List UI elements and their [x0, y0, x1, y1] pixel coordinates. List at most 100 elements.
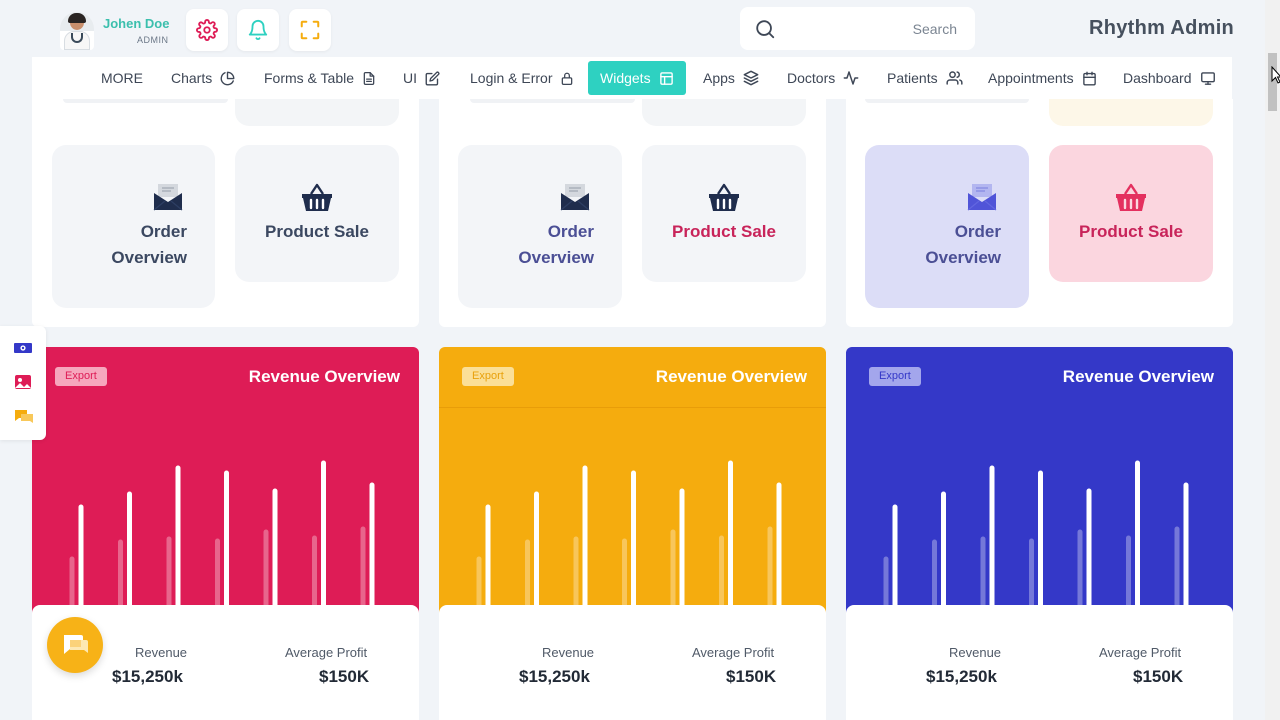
- nav-item-forms-table[interactable]: Forms & Table: [258, 61, 382, 95]
- gear-icon: [196, 19, 218, 41]
- fullscreen-button[interactable]: [289, 9, 331, 51]
- basket-icon: [1116, 183, 1146, 211]
- product-sale-label: Product Sale: [1079, 222, 1183, 241]
- nav-item-label: UI: [403, 70, 417, 86]
- revenue-stats: Revenue $15,250k Average Profit $150K: [439, 605, 826, 720]
- revenue-label: Revenue: [542, 645, 595, 660]
- notifications-button[interactable]: [237, 9, 279, 51]
- tile-fragment: [865, 99, 1029, 103]
- order-overview-tile[interactable]: Order Overview: [458, 145, 622, 308]
- revenue-bar-chart: [476, 460, 782, 607]
- nav-item-charts[interactable]: Charts: [165, 61, 241, 95]
- average-profit-label: Average Profit: [285, 645, 368, 660]
- page-scrollbar[interactable]: [1265, 0, 1280, 720]
- export-button[interactable]: Export: [869, 367, 921, 386]
- layout-icon: [659, 71, 673, 85]
- average-profit-label: Average Profit: [1099, 645, 1182, 660]
- product-sale-tile[interactable]: Product Sale: [235, 145, 399, 282]
- basket-icon: [709, 183, 739, 211]
- nav-item-label: Patients: [887, 70, 938, 86]
- export-button[interactable]: Export: [462, 367, 514, 386]
- monitor-icon: [1200, 71, 1215, 85]
- mouse-cursor-icon: [1271, 66, 1280, 84]
- revenue-bar-chart: [69, 460, 375, 607]
- average-profit-value: $150K: [319, 667, 370, 686]
- order-overview-tile[interactable]: Order Overview: [865, 145, 1029, 308]
- revenue-value: $15,250k: [926, 667, 997, 686]
- nav-item-apps[interactable]: Apps: [697, 61, 765, 95]
- avatar[interactable]: [60, 12, 94, 50]
- envelope-icon: [967, 184, 997, 211]
- nav-item-widgets[interactable]: Widgets: [588, 61, 686, 95]
- nav-item-label: Apps: [703, 70, 735, 86]
- nav-item-login-error[interactable]: Login & Error: [464, 61, 580, 95]
- nav-item-appointments[interactable]: Appointments: [982, 61, 1103, 95]
- users-icon: [946, 71, 963, 85]
- edit-icon: [425, 71, 440, 85]
- tile-fragment: [63, 99, 228, 103]
- envelope-icon: [560, 184, 590, 211]
- nav-item-patients[interactable]: Patients: [881, 61, 969, 95]
- envelope-icon: [153, 184, 183, 211]
- nav-item-more[interactable]: MORE: [95, 61, 149, 95]
- order-overview-label: Order Overview: [518, 222, 594, 267]
- tile-fragment: [235, 99, 399, 126]
- revenue-value: $15,250k: [112, 667, 183, 686]
- average-profit-value: $150K: [1133, 667, 1184, 686]
- side-dock: [0, 326, 46, 440]
- order-overview-label: Order Overview: [925, 222, 1001, 267]
- widget-panel-3: Order Overview Product Sale: [846, 99, 1233, 327]
- widget-panel-2: Order Overview Product Sale: [439, 99, 826, 327]
- revenue-stats: Revenue $15,250k Average Profit $150K: [846, 605, 1233, 720]
- nav-item-label: Appointments: [988, 70, 1074, 86]
- chat-fab-button[interactable]: [47, 617, 103, 673]
- divider: [439, 407, 826, 408]
- nav-item-ui[interactable]: UI: [397, 61, 446, 95]
- tile-fragment: [470, 99, 635, 103]
- settings-button[interactable]: [186, 9, 228, 51]
- chat-icon[interactable]: [14, 408, 34, 426]
- bell-icon: [248, 20, 268, 41]
- main-nav: MORE Charts Forms & Table UI Login & Err…: [32, 57, 1232, 99]
- revenue-title: Revenue Overview: [248, 367, 400, 386]
- nav-item-dashboard[interactable]: Dashboard: [1117, 61, 1222, 95]
- order-overview-label: Order Overview: [111, 222, 187, 267]
- product-sale-label: Product Sale: [672, 222, 776, 241]
- nav-item-label: Login & Error: [470, 70, 553, 86]
- calendar-icon: [1082, 71, 1096, 85]
- tile-fragment: [1049, 99, 1213, 126]
- document-icon: [363, 71, 375, 85]
- nav-item-label: Dashboard: [1123, 70, 1192, 86]
- revenue-card-2: Export Revenue Overview Revenue $15,250k…: [439, 347, 826, 720]
- user-name: Johen Doe: [103, 16, 170, 31]
- image-icon[interactable]: [14, 374, 32, 390]
- nav-item-label: MORE: [101, 70, 143, 86]
- basket-icon: [302, 183, 332, 211]
- search-icon[interactable]: [754, 18, 776, 40]
- nav-item-doctors[interactable]: Doctors: [781, 61, 865, 95]
- pie-chart-icon: [220, 71, 235, 85]
- widget-panel-1: Order Overview Product Sale: [32, 99, 419, 327]
- product-sale-tile[interactable]: Product Sale: [1049, 145, 1213, 282]
- order-overview-tile[interactable]: Order Overview: [52, 145, 215, 308]
- export-button[interactable]: Export: [55, 367, 107, 386]
- revenue-value: $15,250k: [519, 667, 590, 686]
- tile-fragment: [642, 99, 806, 126]
- average-profit-value: $150K: [726, 667, 777, 686]
- top-header: Johen Doe ADMIN Rhythm Admin: [0, 0, 1265, 56]
- product-sale-label: Product Sale: [265, 222, 369, 241]
- nav-item-label: Widgets: [600, 70, 651, 86]
- product-sale-tile[interactable]: Product Sale: [642, 145, 806, 282]
- fullscreen-icon: [300, 20, 320, 40]
- brand-title: Rhythm Admin: [1089, 17, 1235, 39]
- nav-item-label: Doctors: [787, 70, 836, 86]
- revenue-label: Revenue: [135, 645, 188, 660]
- search-box: [740, 7, 975, 50]
- revenue-title: Revenue Overview: [1062, 367, 1214, 386]
- revenue-card-3: Export Revenue Overview Revenue $15,250k…: [846, 347, 1233, 720]
- money-icon[interactable]: [13, 341, 33, 355]
- search-input[interactable]: [776, 20, 957, 37]
- activity-icon: [843, 71, 859, 85]
- layers-icon: [743, 70, 759, 86]
- revenue-label: Revenue: [949, 645, 1002, 660]
